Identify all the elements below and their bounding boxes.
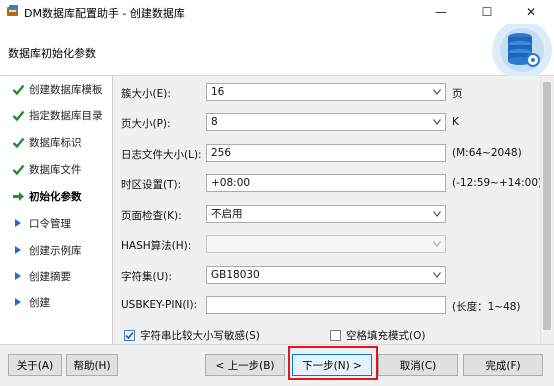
nav-step-label: 数据库标识 (29, 137, 82, 149)
case-sensitive-label: 字符串比较大小写敏感(S) (140, 330, 260, 342)
nav-step-label: 创建示例库 (29, 245, 82, 257)
usbkey-pin-hint: (长度：1~48) (452, 301, 521, 313)
log-size-label: 日志文件大小(L): (121, 149, 202, 161)
usbkey-pin-input[interactable] (206, 296, 446, 314)
app-icon (7, 5, 18, 16)
blank-pad-checkbox[interactable]: 空格填充模式(O) (330, 328, 425, 343)
checkmark-icon (11, 162, 25, 176)
maximize-button[interactable]: ☐ (464, 0, 510, 24)
checkbox-unchecked-icon[interactable] (330, 330, 341, 341)
nav-step-label: 初始化参数 (29, 191, 82, 203)
hash-algo-label: HASH算法(H): (121, 240, 192, 252)
nav-step-identifier: 数据库标识 (0, 132, 113, 152)
nav-step-label: 创建摘要 (29, 271, 71, 283)
triangle-right-icon (11, 269, 25, 283)
blank-pad-label: 空格填充模式(O) (346, 330, 426, 342)
time-zone-hint: (-12:59~+14:00) (452, 177, 543, 189)
minimize-button[interactable]: — (418, 0, 464, 24)
hash-algo-select[interactable] (206, 235, 446, 253)
checkmark-icon (11, 108, 25, 122)
nav-step-template: 创建数据库模板 (0, 79, 113, 99)
nav-step-init-params: 初始化参数 (0, 186, 113, 206)
page-size-unit: K (452, 116, 459, 128)
nav-step-create: 创建 (0, 292, 113, 312)
case-sensitive-checkbox[interactable]: 字符串比较大小写敏感(S) (124, 328, 260, 343)
log-size-input[interactable]: 256 (206, 144, 446, 162)
time-zone-input[interactable]: +08:00 (206, 174, 446, 192)
page-title: 数据库初始化参数 (8, 47, 96, 60)
nav-step-label: 创建 (29, 297, 50, 309)
nav-step-summary: 创建摘要 (0, 266, 113, 286)
nav-step-password: 口令管理 (0, 213, 113, 233)
triangle-right-icon (11, 216, 25, 230)
page-check-select[interactable]: 不启用 (206, 205, 446, 223)
checkbox-checked-icon[interactable] (124, 330, 135, 341)
finish-button[interactable]: 完成(F) (463, 354, 543, 376)
nav-step-sample-db: 创建示例库 (0, 240, 113, 260)
scrollbar-thumb[interactable] (543, 82, 551, 330)
close-button[interactable]: ✕ (508, 0, 554, 24)
extent-size-unit: 页 (452, 88, 463, 100)
wizard-footer: 关于(A) 帮助(H) < 上一步(B) 下一步(N) > 取消(C) 完成(F… (0, 344, 554, 386)
usbkey-pin-label: USBKEY-PIN(I): (121, 299, 198, 311)
wizard-header: 数据库初始化参数 (0, 24, 554, 76)
form-scrollbar[interactable] (540, 76, 553, 344)
nav-step-label: 创建数据库模板 (29, 84, 103, 96)
cancel-button[interactable]: 取消(C) (378, 354, 458, 376)
title-bar: DM数据库配置助手 - 创建数据库 — ☐ ✕ (0, 0, 554, 24)
help-button[interactable]: 帮助(H) (66, 354, 118, 376)
checkmark-icon (11, 135, 25, 149)
nav-step-directory: 指定数据库目录 (0, 105, 113, 125)
chevron-down-icon (433, 89, 441, 95)
nav-step-label: 指定数据库目录 (29, 110, 103, 122)
page-size-select[interactable]: 8 (206, 113, 446, 131)
triangle-right-icon (11, 295, 25, 309)
extent-size-label: 簇大小(E): (121, 88, 171, 100)
checkmark-icon (11, 82, 25, 96)
chevron-down-icon (433, 119, 441, 125)
chevron-down-icon (433, 272, 441, 278)
chevron-down-icon (433, 211, 441, 217)
wizard-steps-nav: 创建数据库模板 指定数据库目录 数据库标识 数据库文件 初始化参数 口令管理 创… (0, 76, 113, 344)
nav-step-files: 数据库文件 (0, 159, 113, 179)
triangle-right-icon (11, 243, 25, 257)
chevron-down-icon (433, 241, 441, 247)
charset-select[interactable]: GB18030 (206, 266, 446, 284)
nav-step-label: 数据库文件 (29, 164, 82, 176)
extent-size-select[interactable]: 16 (206, 83, 446, 101)
charset-label: 字符集(U): (121, 271, 172, 283)
window-title: DM数据库配置助手 - 创建数据库 (24, 7, 185, 20)
time-zone-label: 时区设置(T): (121, 179, 182, 191)
database-settings-icon (492, 24, 552, 76)
init-params-form: 簇大小(E): 16 页 页大小(P): 8 K 日志文件大小(L): 256 … (114, 76, 543, 344)
arrow-right-icon (11, 189, 25, 203)
highlight-annotation-box (288, 346, 378, 380)
page-check-label: 页面检查(K): (121, 210, 182, 222)
about-button[interactable]: 关于(A) (8, 354, 62, 376)
page-size-label: 页大小(P): (121, 118, 171, 130)
back-button[interactable]: < 上一步(B) (205, 354, 285, 376)
nav-step-label: 口令管理 (29, 218, 71, 230)
log-size-hint: (M:64~2048) (452, 147, 522, 159)
